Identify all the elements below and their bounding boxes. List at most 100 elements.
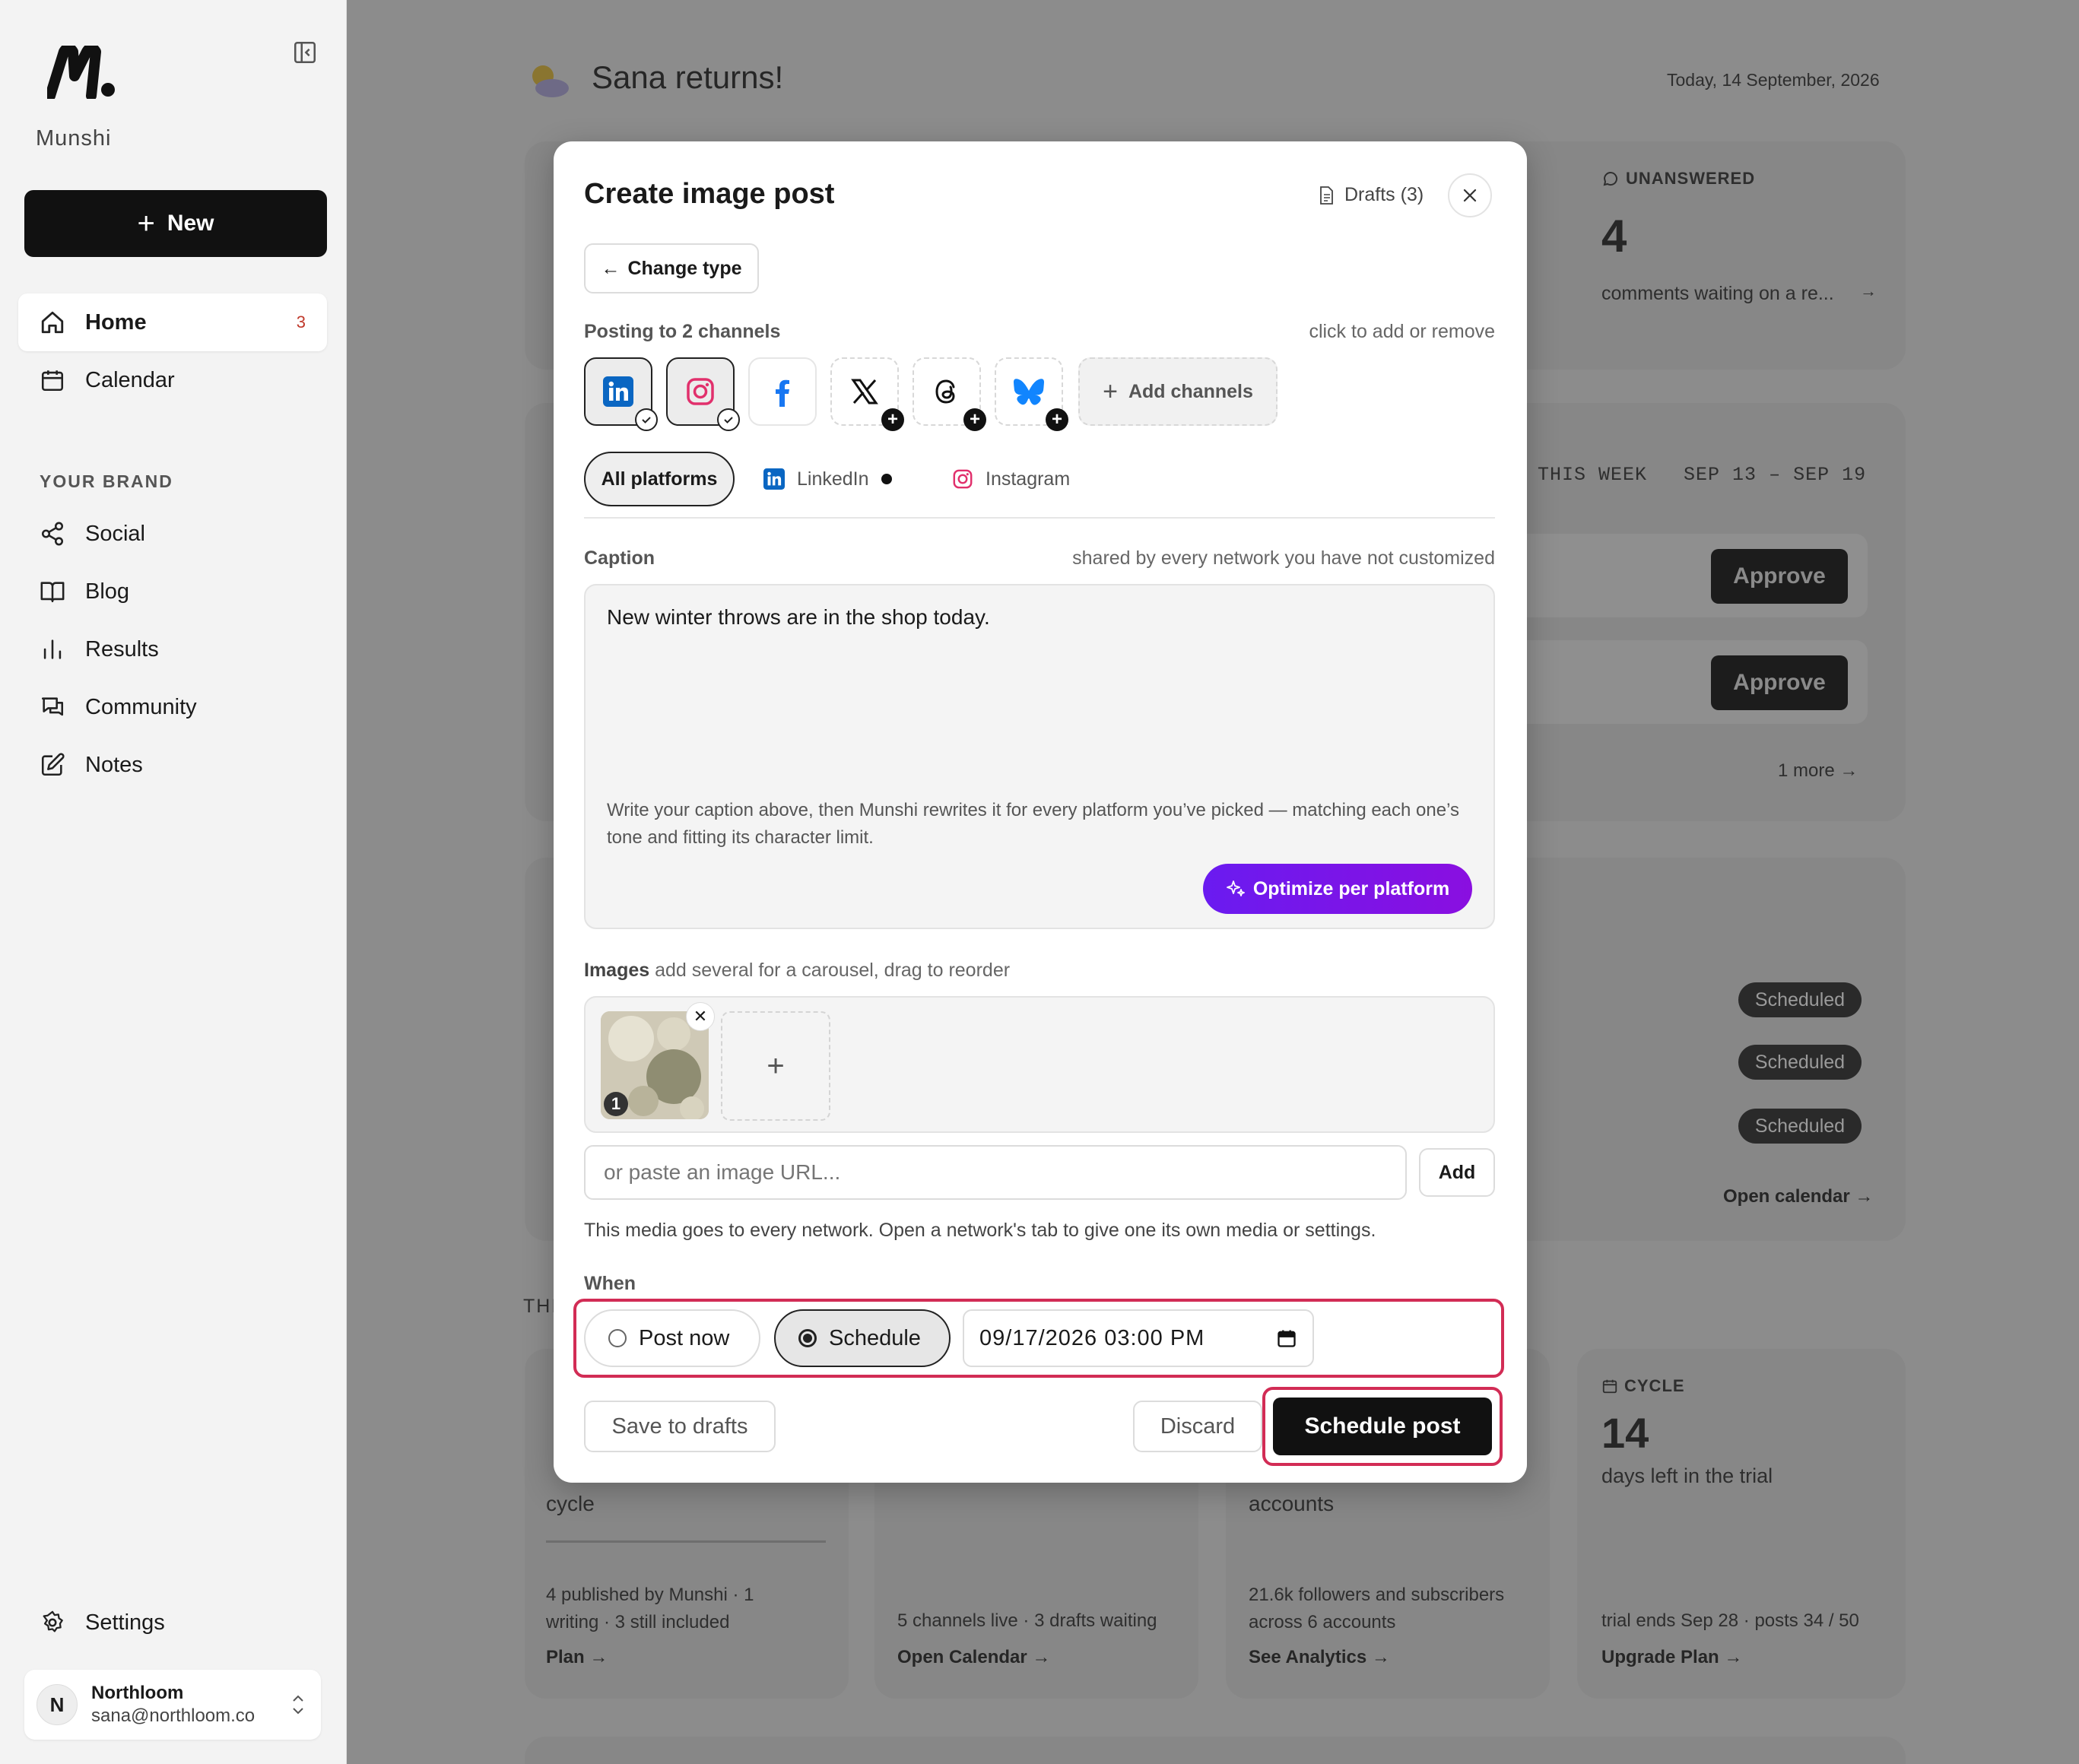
see-analytics-link[interactable]: See Analytics → [1249,1647,1390,1668]
sidebar-collapse-icon[interactable] [292,40,318,65]
status-badge: Scheduled [1738,1109,1862,1144]
edit-icon [41,753,65,776]
tab-all-platforms[interactable]: All platforms [584,452,735,506]
home-badge: 3 [296,313,306,332]
remove-image-icon[interactable]: ✕ [686,1002,715,1031]
avatar: N [37,1684,78,1725]
divider [546,1540,826,1543]
facebook-icon [776,379,789,407]
chat-icon [41,697,64,716]
more-link[interactable]: 1 more → [1778,760,1858,782]
plus-icon: + [1103,376,1118,406]
document-icon [1320,186,1333,205]
x-icon [851,379,878,405]
brand-name: Munshi [36,126,112,151]
close-icon [1463,189,1477,202]
arrow-left-icon: ← [601,257,621,279]
upgrade-plan-link[interactable]: Upgrade Plan → [1601,1647,1742,1668]
linkedin-icon [763,468,785,490]
sidebar-item-home[interactable]: Home 3 [18,293,327,351]
status-badge: Scheduled [1738,1045,1862,1080]
add-image-button[interactable]: + [721,1011,830,1121]
channel-hint: click to add or remove [1309,321,1495,342]
change-type-button[interactable]: ← Change type [584,243,759,293]
tab-instagram[interactable]: Instagram [952,452,1070,506]
add-icon: + [1046,408,1068,431]
post-now-option[interactable]: Post now [584,1309,760,1367]
stat-card-foot: 4 published by Munshi · 1 writing · 3 st… [546,1585,754,1632]
bar-chart-icon [43,639,62,659]
linkedin-icon [603,376,633,407]
sidebar-item-results[interactable]: Results [18,620,327,678]
add-icon: + [963,408,986,431]
channel-x[interactable]: + [830,357,904,431]
chevron-updown-icon [293,1695,303,1715]
unanswered-desc: comments waiting on a re... [1601,283,1834,304]
plan-link[interactable]: Plan → [546,1647,608,1668]
calendar-picker-icon [1278,1330,1296,1347]
add-url-button[interactable]: Add [1419,1148,1495,1197]
open-calendar-link[interactable]: Open calendar → [1723,1186,1873,1207]
sidebar-item-blog[interactable]: Blog [18,563,327,620]
approve-button[interactable]: Approve [1711,549,1848,604]
arrow-icon[interactable]: → [1860,281,1877,301]
gear-icon [43,1610,63,1632]
threads-icon [935,379,955,404]
optimize-per-platform-button[interactable]: Optimize per platform [1203,864,1472,914]
sidebar-item-community[interactable]: Community [18,678,327,736]
calendar-icon [41,370,64,392]
schedule-post-button[interactable]: Schedule post [1273,1398,1492,1455]
sparkle-icon [1226,880,1245,896]
home-icon [41,311,64,334]
sidebar-item-calendar[interactable]: Calendar [18,351,327,409]
create-post-modal: Create image post Drafts (3) ← Change ty… [554,141,1527,1483]
unanswered-label: UNANSWERED [1601,169,1755,189]
open-calendar-card-link[interactable]: Open Calendar → [897,1647,1050,1668]
check-icon [717,408,740,431]
caption-hint: shared by every network you have not cus… [1072,547,1495,569]
munshi-logo [45,43,116,101]
share-icon [41,522,64,546]
book-icon [40,582,65,603]
account-switcher[interactable]: N Northloom sana@northloom.co [24,1670,321,1740]
stat-card-foot: 21.6k followers and subscribers across 6… [1249,1585,1505,1632]
caption-help: Write your caption above, then Munshi re… [607,800,1459,848]
discard-button[interactable]: Discard [1133,1401,1262,1452]
new-button[interactable]: + New [24,190,327,257]
close-button[interactable] [1448,173,1492,217]
datetime-input[interactable]: 09/17/2026 03:00 PM [963,1309,1314,1367]
radio-selected-icon [798,1329,817,1347]
stat-card [1577,1349,1906,1699]
sidebar: Munshi + New Home 3 Calendar YOUR BRAND … [0,0,347,1764]
schedule-option[interactable]: Schedule [774,1309,951,1367]
instagram-icon [953,469,973,489]
caption-label: Caption [584,547,655,569]
image-url-input[interactable] [584,1145,1407,1200]
channel-threads[interactable]: + [913,357,986,431]
sidebar-item-notes[interactable]: Notes [18,736,327,794]
drafts-button[interactable]: Drafts (3) [1317,184,1424,206]
caption-text: New winter throws are in the shop today. [607,605,990,629]
stat-card-text: accounts [1249,1492,1335,1515]
save-to-drafts-button[interactable]: Save to drafts [584,1401,776,1452]
tab-linkedin[interactable]: LinkedIn [763,452,892,506]
sidebar-item-social[interactable]: Social [18,505,327,563]
sidebar-item-settings[interactable]: Settings [18,1594,327,1651]
week-label: THIS WEEK SEP 13 – SEP 19 [1538,464,1867,486]
channel-instagram[interactable] [666,357,740,431]
instagram-icon [687,378,714,405]
add-channels-button[interactable]: + Add channels [1078,357,1278,426]
account-name: Northloom [91,1683,184,1703]
posting-label: Posting to 2 channels [584,321,781,342]
channel-bluesky[interactable]: + [995,357,1068,431]
comment-icon [1603,172,1617,186]
bluesky-icon [1014,379,1044,405]
stat-card-text: cycle [546,1492,595,1515]
bottom-card [525,1737,1906,1764]
channel-facebook[interactable] [748,357,817,426]
divider [584,517,1495,519]
approve-button[interactable]: Approve [1711,655,1848,710]
cycle-value: 14 [1601,1409,1649,1457]
unanswered-count: 4 [1601,211,1627,262]
channel-linkedin[interactable] [584,357,658,431]
